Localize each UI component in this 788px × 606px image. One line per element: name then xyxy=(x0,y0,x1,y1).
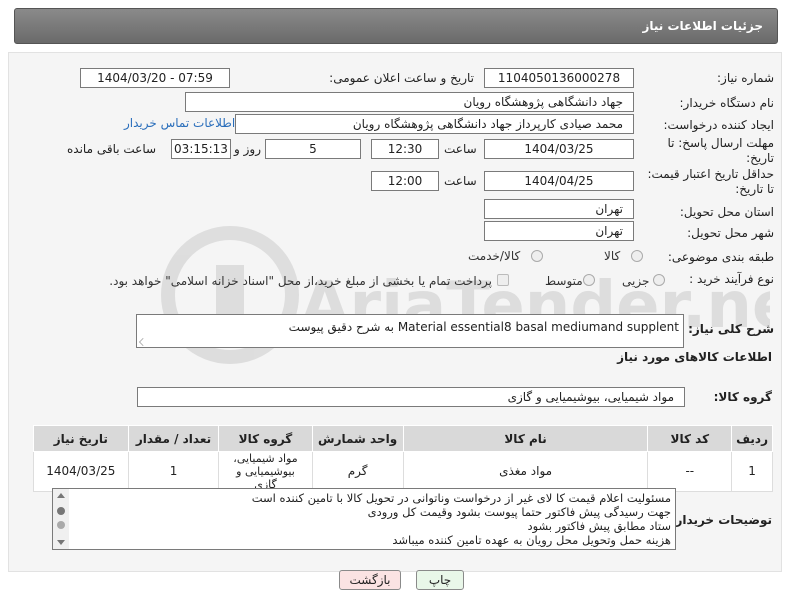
validity-label-2: تا تاریخ: xyxy=(735,182,774,196)
scroll-track-dot xyxy=(57,521,65,529)
print-button[interactable]: چاپ xyxy=(416,570,464,590)
cell-qty: 1 xyxy=(127,451,220,492)
group-label: گروه کالا: xyxy=(713,390,772,404)
province-label: استان محل تحویل: xyxy=(679,205,774,219)
creator-label: ایجاد کننده درخواست: xyxy=(663,118,774,132)
category-label: طبقه بندی موضوعی: xyxy=(667,250,774,264)
treasury-payment-note: پرداخت تمام یا بخشی از مبلغ خرید،از محل … xyxy=(109,274,492,288)
remaining-label: ساعت باقی مانده xyxy=(67,142,157,156)
page-title: جزئیات اطلاعات نیاز xyxy=(642,19,763,33)
process-label: نوع فرآیند خرید : xyxy=(689,272,774,286)
treasury-payment-checkbox[interactable] xyxy=(497,274,509,286)
col-header-row: ردیف xyxy=(731,425,773,452)
city-field: تهران xyxy=(484,221,634,241)
cell-row: 1 xyxy=(731,451,773,492)
col-header-code: کد کالا xyxy=(647,425,733,452)
col-header-date: تاریخ نیاز xyxy=(33,425,129,452)
notes-scrollbar[interactable] xyxy=(53,489,69,549)
cell-name: مواد مغذی xyxy=(402,451,649,492)
need-number-field: 1104050136000278 xyxy=(484,68,634,88)
validity-date-field: 1404/04/25 xyxy=(484,171,634,191)
items-heading: اطلاعات کالاهای مورد نیاز xyxy=(617,350,772,364)
announce-field: 1404/03/20 - 07:59 xyxy=(80,68,230,88)
cell-unit: گرم xyxy=(311,451,404,492)
validity-time-label: ساعت xyxy=(444,174,477,188)
category-radio-goods[interactable] xyxy=(631,250,643,262)
description-textarea[interactable]: Material essential8 basal mediumand supp… xyxy=(136,314,684,348)
deadline-time-label: ساعت xyxy=(444,142,477,156)
notes-line: هزینه حمل وتحویل محل رویان به عهده تامین… xyxy=(392,533,671,547)
notes-textarea[interactable]: مسئولیت اعلام قیمت کا لای غیر از درخواست… xyxy=(52,488,676,550)
col-header-name: نام کالا xyxy=(402,425,649,452)
process-option-medium: متوسط xyxy=(545,274,583,288)
days-label: روز و xyxy=(234,142,261,156)
col-header-unit: واحد شمارش xyxy=(311,425,404,452)
table-header-row: ردیف کد کالا نام کالا واحد شمارش گروه کا… xyxy=(33,425,773,452)
notes-text: مسئولیت اعلام قیمت کا لای غیر از درخواست… xyxy=(71,491,671,547)
process-radio-medium[interactable] xyxy=(583,274,595,286)
items-table: ردیف کد کالا نام کالا واحد شمارش گروه کا… xyxy=(33,425,773,492)
col-header-qty: تعداد / مقدار xyxy=(127,425,220,452)
notes-label: توضیحات خریدار: xyxy=(670,513,772,527)
deadline-time-field: 12:30 xyxy=(371,139,439,159)
notes-line: ستاد مطابق پیش فاکتور بشود xyxy=(527,519,671,533)
description-text: Material essential8 basal mediumand supp… xyxy=(288,320,679,334)
deadline-date-field: 1404/03/25 xyxy=(484,139,634,159)
resize-grip[interactable] xyxy=(139,338,147,346)
category-option-goods: کالا xyxy=(604,249,621,263)
category-radio-goods-service[interactable] xyxy=(531,250,543,262)
days-field: 5 xyxy=(265,139,361,159)
notes-line: جهت رسیدگی پیش فاکتور حتما پیوست بشود وق… xyxy=(367,505,671,519)
category-option-goods-service: کالا/خدمت xyxy=(468,249,521,263)
cell-date: 1404/03/25 xyxy=(33,451,129,492)
validity-label: حداقل تاریخ اعتبار قیمت: xyxy=(647,167,774,181)
back-button[interactable]: بازگشت xyxy=(339,570,401,590)
scroll-up-icon[interactable] xyxy=(57,493,65,498)
validity-time-field: 12:00 xyxy=(371,171,439,191)
contact-info-link[interactable]: اطلاعات تماس خریدار xyxy=(124,116,235,130)
col-header-group: گروه کالا xyxy=(218,425,313,452)
group-field: مواد شیمیایی، بیوشیمیایی و گازی xyxy=(137,387,685,407)
process-radio-minor[interactable] xyxy=(653,274,665,286)
need-number-label: شماره نیاز: xyxy=(717,71,774,85)
buyer-org-label: نام دستگاه خریدار: xyxy=(679,96,775,110)
remaining-time-field: 03:15:13 xyxy=(171,139,231,159)
process-option-minor: جزیی xyxy=(622,274,650,288)
cell-group: مواد شیمیایی، بیوشیمیایی و گازی xyxy=(218,451,313,492)
city-label: شهر محل تحویل: xyxy=(687,226,774,240)
deadline-label-2: تاریخ: xyxy=(746,151,774,165)
items-table-wrapper: ردیف کد کالا نام کالا واحد شمارش گروه کا… xyxy=(33,425,773,492)
deadline-label: مهلت ارسال پاسخ: تا xyxy=(667,136,774,150)
scroll-down-icon[interactable] xyxy=(57,540,65,545)
scroll-thumb[interactable] xyxy=(57,507,65,515)
page-header: جزئیات اطلاعات نیاز xyxy=(14,8,778,44)
province-field: تهران xyxy=(484,199,634,219)
description-label: شرح کلی نیاز: xyxy=(688,322,774,336)
creator-field: محمد صیادی کارپرداز جهاد دانشگاهی پژوهشگ… xyxy=(235,114,634,134)
announce-label: تاریخ و ساعت اعلان عمومی: xyxy=(329,71,474,85)
buyer-org-field: جهاد دانشگاهی پژوهشگاه رویان xyxy=(185,92,634,112)
notes-line: مسئولیت اعلام قیمت کا لای غیر از درخواست… xyxy=(251,491,671,505)
table-row[interactable]: 1 -- مواد مغذی گرم مواد شیمیایی، بیوشیمی… xyxy=(33,451,773,492)
cell-code: -- xyxy=(647,451,733,492)
